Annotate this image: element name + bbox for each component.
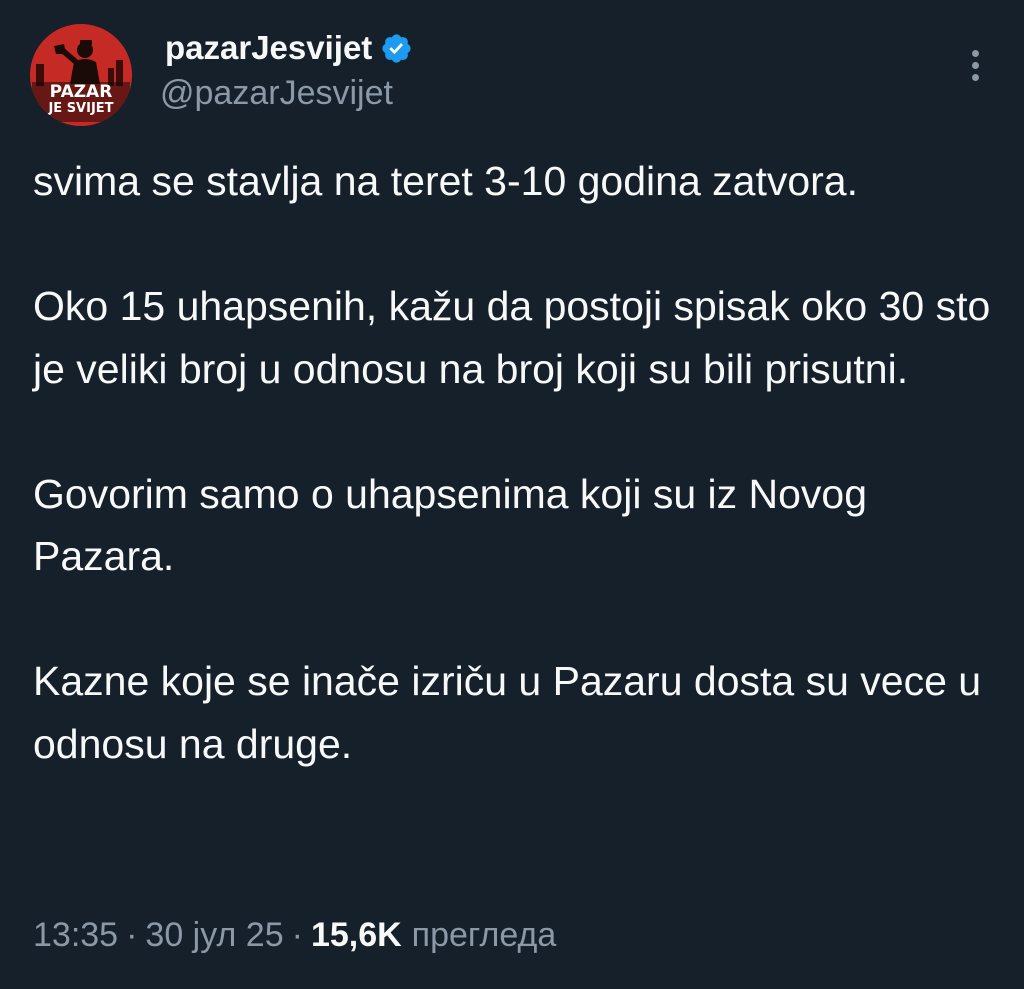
avatar-logo-line1: PAZAR — [49, 82, 113, 102]
author-handle[interactable]: @pazarJesvijet — [160, 74, 393, 113]
avatar[interactable]: PAZAR JE SVIJET — [30, 24, 132, 126]
views-label: прегледа — [411, 915, 557, 954]
more-vertical-icon-dot — [971, 61, 979, 69]
avatar-logo-line2: JE SVIJET — [48, 101, 114, 116]
tweet-paragraph: svima se stavlja na teret 3-10 godina za… — [33, 158, 858, 204]
more-vertical-icon — [971, 49, 979, 57]
meta-separator: · — [126, 915, 138, 954]
tweet-paragraph: Kazne koje se inače izriču u Pazaru dost… — [33, 658, 982, 767]
more-vertical-icon-dot — [971, 73, 979, 81]
tweet-container: PAZAR JE SVIJET pazarJesvijet @pazarJesv… — [0, 0, 1024, 989]
display-name[interactable]: pazarJesvijet — [165, 29, 372, 67]
tweet-date[interactable]: 30 јул 25 — [145, 916, 283, 955]
more-options-button[interactable] — [955, 40, 995, 90]
tweet-time[interactable]: 13:35 — [33, 916, 118, 955]
tweet-paragraph: Oko 15 uhapsenih, kažu da postoji spisak… — [33, 283, 991, 392]
tweet-meta: 13:35 · 30 јул 25 · 15,6K прегледа — [33, 908, 556, 962]
tweet-paragraph: Govorim samo o uhapsenima koji su iz Nov… — [33, 470, 868, 580]
views-count[interactable]: 15,6K — [311, 916, 402, 955]
verified-badge-icon — [380, 32, 413, 65]
tweet-text: svima se stavlja na teret 3-10 godina za… — [33, 150, 993, 775]
author-name-row: pazarJesvijet — [165, 26, 413, 70]
meta-separator: · — [291, 915, 303, 954]
